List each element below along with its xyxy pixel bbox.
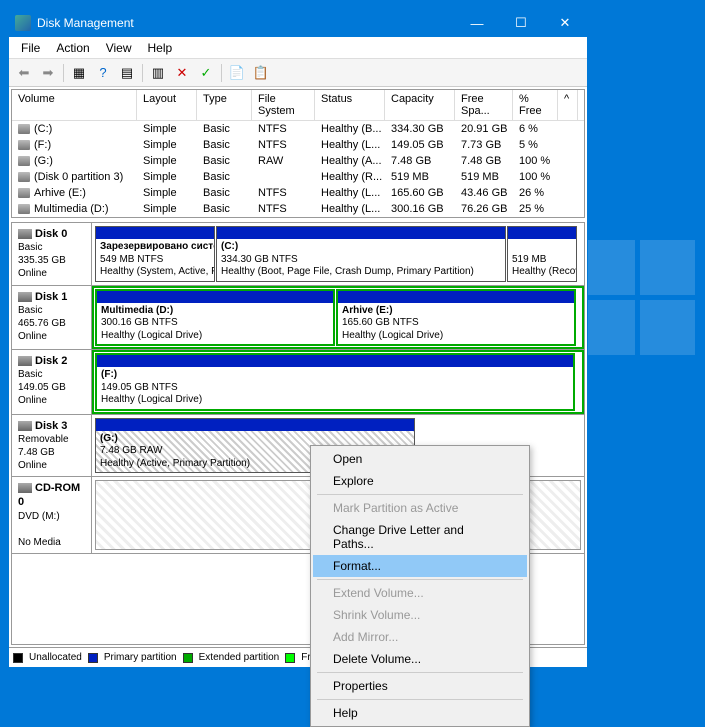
titlebar[interactable]: Disk Management — ☐ ✕ — [9, 9, 587, 37]
partitions: Multimedia (D:)300.16 GB NTFSHealthy (Lo… — [92, 286, 584, 350]
app-icon — [15, 15, 31, 31]
menu-separator — [317, 494, 523, 495]
disk-icon — [18, 292, 32, 302]
partition[interactable]: 519 MBHealthy (Recovery Partition — [507, 226, 577, 282]
disk-info[interactable]: Disk 3Removable7.48 GBOnline — [12, 415, 92, 477]
legend-swatch — [13, 653, 23, 663]
format-icon[interactable]: ✓ — [195, 62, 217, 84]
view-icon[interactable]: ▦ — [68, 62, 90, 84]
partition[interactable]: Arhive (E:)165.60 GB NTFSHealthy (Logica… — [336, 289, 576, 347]
menu-separator — [317, 672, 523, 673]
hdr-volume[interactable]: Volume — [12, 90, 137, 120]
legend-label: Unallocated — [29, 652, 82, 663]
disk-info[interactable]: CD-ROM 0DVD (M:)No Media — [12, 477, 92, 553]
partitions: (F:)149.05 GB NTFSHealthy (Logical Drive… — [92, 350, 584, 414]
volume-icon — [18, 124, 30, 134]
list-row[interactable]: (C:)SimpleBasicNTFSHealthy (B...334.30 G… — [12, 121, 584, 137]
legend-swatch — [183, 653, 193, 663]
list-header: Volume Layout Type File System Status Ca… — [12, 90, 584, 121]
volume-icon — [18, 140, 30, 150]
legend-swatch — [285, 653, 295, 663]
disk-icon — [18, 421, 32, 431]
refresh-icon[interactable]: 📄 — [226, 62, 248, 84]
disk-icon — [18, 356, 32, 366]
menu-item-add-mirror: Add Mirror... — [313, 626, 527, 648]
disk-info[interactable]: Disk 0Basic335.35 GBOnline — [12, 223, 92, 285]
delete-icon[interactable]: ✕ — [171, 62, 193, 84]
menu-item-mark-partition-as-active: Mark Partition as Active — [313, 497, 527, 519]
legend-label: Extended partition — [199, 652, 280, 663]
partition[interactable]: Зарезервировано систе549 MB NTFSHealthy … — [95, 226, 215, 282]
menu-view[interactable]: View — [98, 39, 140, 57]
volume-icon — [18, 156, 30, 166]
close-button[interactable]: ✕ — [543, 9, 587, 37]
disk-info[interactable]: Disk 2Basic149.05 GBOnline — [12, 350, 92, 414]
menu-item-extend-volume: Extend Volume... — [313, 582, 527, 604]
disk-icon — [18, 229, 32, 239]
list-row[interactable]: (Disk 0 partition 3)SimpleBasicHealthy (… — [12, 169, 584, 185]
forward-icon[interactable]: ➡ — [37, 62, 59, 84]
menu-file[interactable]: File — [13, 39, 48, 57]
menubar: File Action View Help — [9, 37, 587, 59]
context-menu: OpenExplore Mark Partition as ActiveChang… — [310, 445, 530, 727]
list-row[interactable]: Multimedia (D:)SimpleBasicNTFSHealthy (L… — [12, 201, 584, 217]
hdr-layout[interactable]: Layout — [137, 90, 197, 120]
hdr-pfree[interactable]: % Free — [513, 90, 558, 120]
back-icon[interactable]: ⬅ — [13, 62, 35, 84]
disk-row: Disk 0Basic335.35 GBOnlineЗарезервирован… — [12, 223, 584, 286]
toolbar: ⬅ ➡ ▦ ? ▤ ▥ ✕ ✓ 📄 📋 — [9, 59, 587, 87]
disk-icon — [18, 483, 32, 493]
menu-item-delete-volume[interactable]: Delete Volume... — [313, 648, 527, 670]
menu-item-format[interactable]: Format... — [313, 555, 527, 577]
menu-action[interactable]: Action — [48, 39, 97, 57]
menu-item-help[interactable]: Help — [313, 702, 527, 724]
list-row[interactable]: (F:)SimpleBasicNTFSHealthy (L...149.05 G… — [12, 137, 584, 153]
menu-separator — [317, 699, 523, 700]
list-row[interactable]: Arhive (E:)SimpleBasicNTFSHealthy (L...1… — [12, 185, 584, 201]
legend-label: Primary partition — [104, 652, 177, 663]
disk-row: Disk 2Basic149.05 GBOnline(F:)149.05 GB … — [12, 350, 584, 415]
volume-icon — [18, 172, 30, 182]
partitions: Зарезервировано систе549 MB NTFSHealthy … — [92, 223, 584, 285]
action-icon[interactable]: ▥ — [147, 62, 169, 84]
disk-info[interactable]: Disk 1Basic465.76 GBOnline — [12, 286, 92, 350]
menu-item-explore[interactable]: Explore — [313, 470, 527, 492]
partition[interactable]: (F:)149.05 GB NTFSHealthy (Logical Drive… — [95, 353, 575, 411]
menu-help[interactable]: Help — [140, 39, 181, 57]
volume-icon — [18, 204, 30, 214]
disk-row: Disk 1Basic465.76 GBOnlineMultimedia (D:… — [12, 286, 584, 351]
volume-list[interactable]: Volume Layout Type File System Status Ca… — [11, 89, 585, 218]
maximize-button[interactable]: ☐ — [499, 9, 543, 37]
volume-icon — [18, 188, 30, 198]
hdr-type[interactable]: Type — [197, 90, 252, 120]
hdr-free[interactable]: Free Spa... — [455, 90, 513, 120]
detail-icon[interactable]: 📋 — [250, 62, 272, 84]
menu-item-properties[interactable]: Properties — [313, 675, 527, 697]
partition[interactable]: Multimedia (D:)300.16 GB NTFSHealthy (Lo… — [95, 289, 335, 347]
menu-item-open[interactable]: Open — [313, 448, 527, 470]
hdr-spacer: ^ — [558, 90, 578, 120]
hdr-status[interactable]: Status — [315, 90, 385, 120]
help-icon[interactable]: ? — [92, 62, 114, 84]
minimize-button[interactable]: — — [455, 9, 499, 37]
hdr-capacity[interactable]: Capacity — [385, 90, 455, 120]
menu-item-change-drive-letter-and-paths[interactable]: Change Drive Letter and Paths... — [313, 519, 527, 555]
properties-icon[interactable]: ▤ — [116, 62, 138, 84]
menu-separator — [317, 579, 523, 580]
list-row[interactable]: (G:)SimpleBasicRAWHealthy (A...7.48 GB7.… — [12, 153, 584, 169]
menu-item-shrink-volume: Shrink Volume... — [313, 604, 527, 626]
partition[interactable]: (C:)334.30 GB NTFSHealthy (Boot, Page Fi… — [216, 226, 506, 282]
legend-swatch — [88, 653, 98, 663]
window-title: Disk Management — [37, 16, 455, 30]
hdr-fs[interactable]: File System — [252, 90, 315, 120]
